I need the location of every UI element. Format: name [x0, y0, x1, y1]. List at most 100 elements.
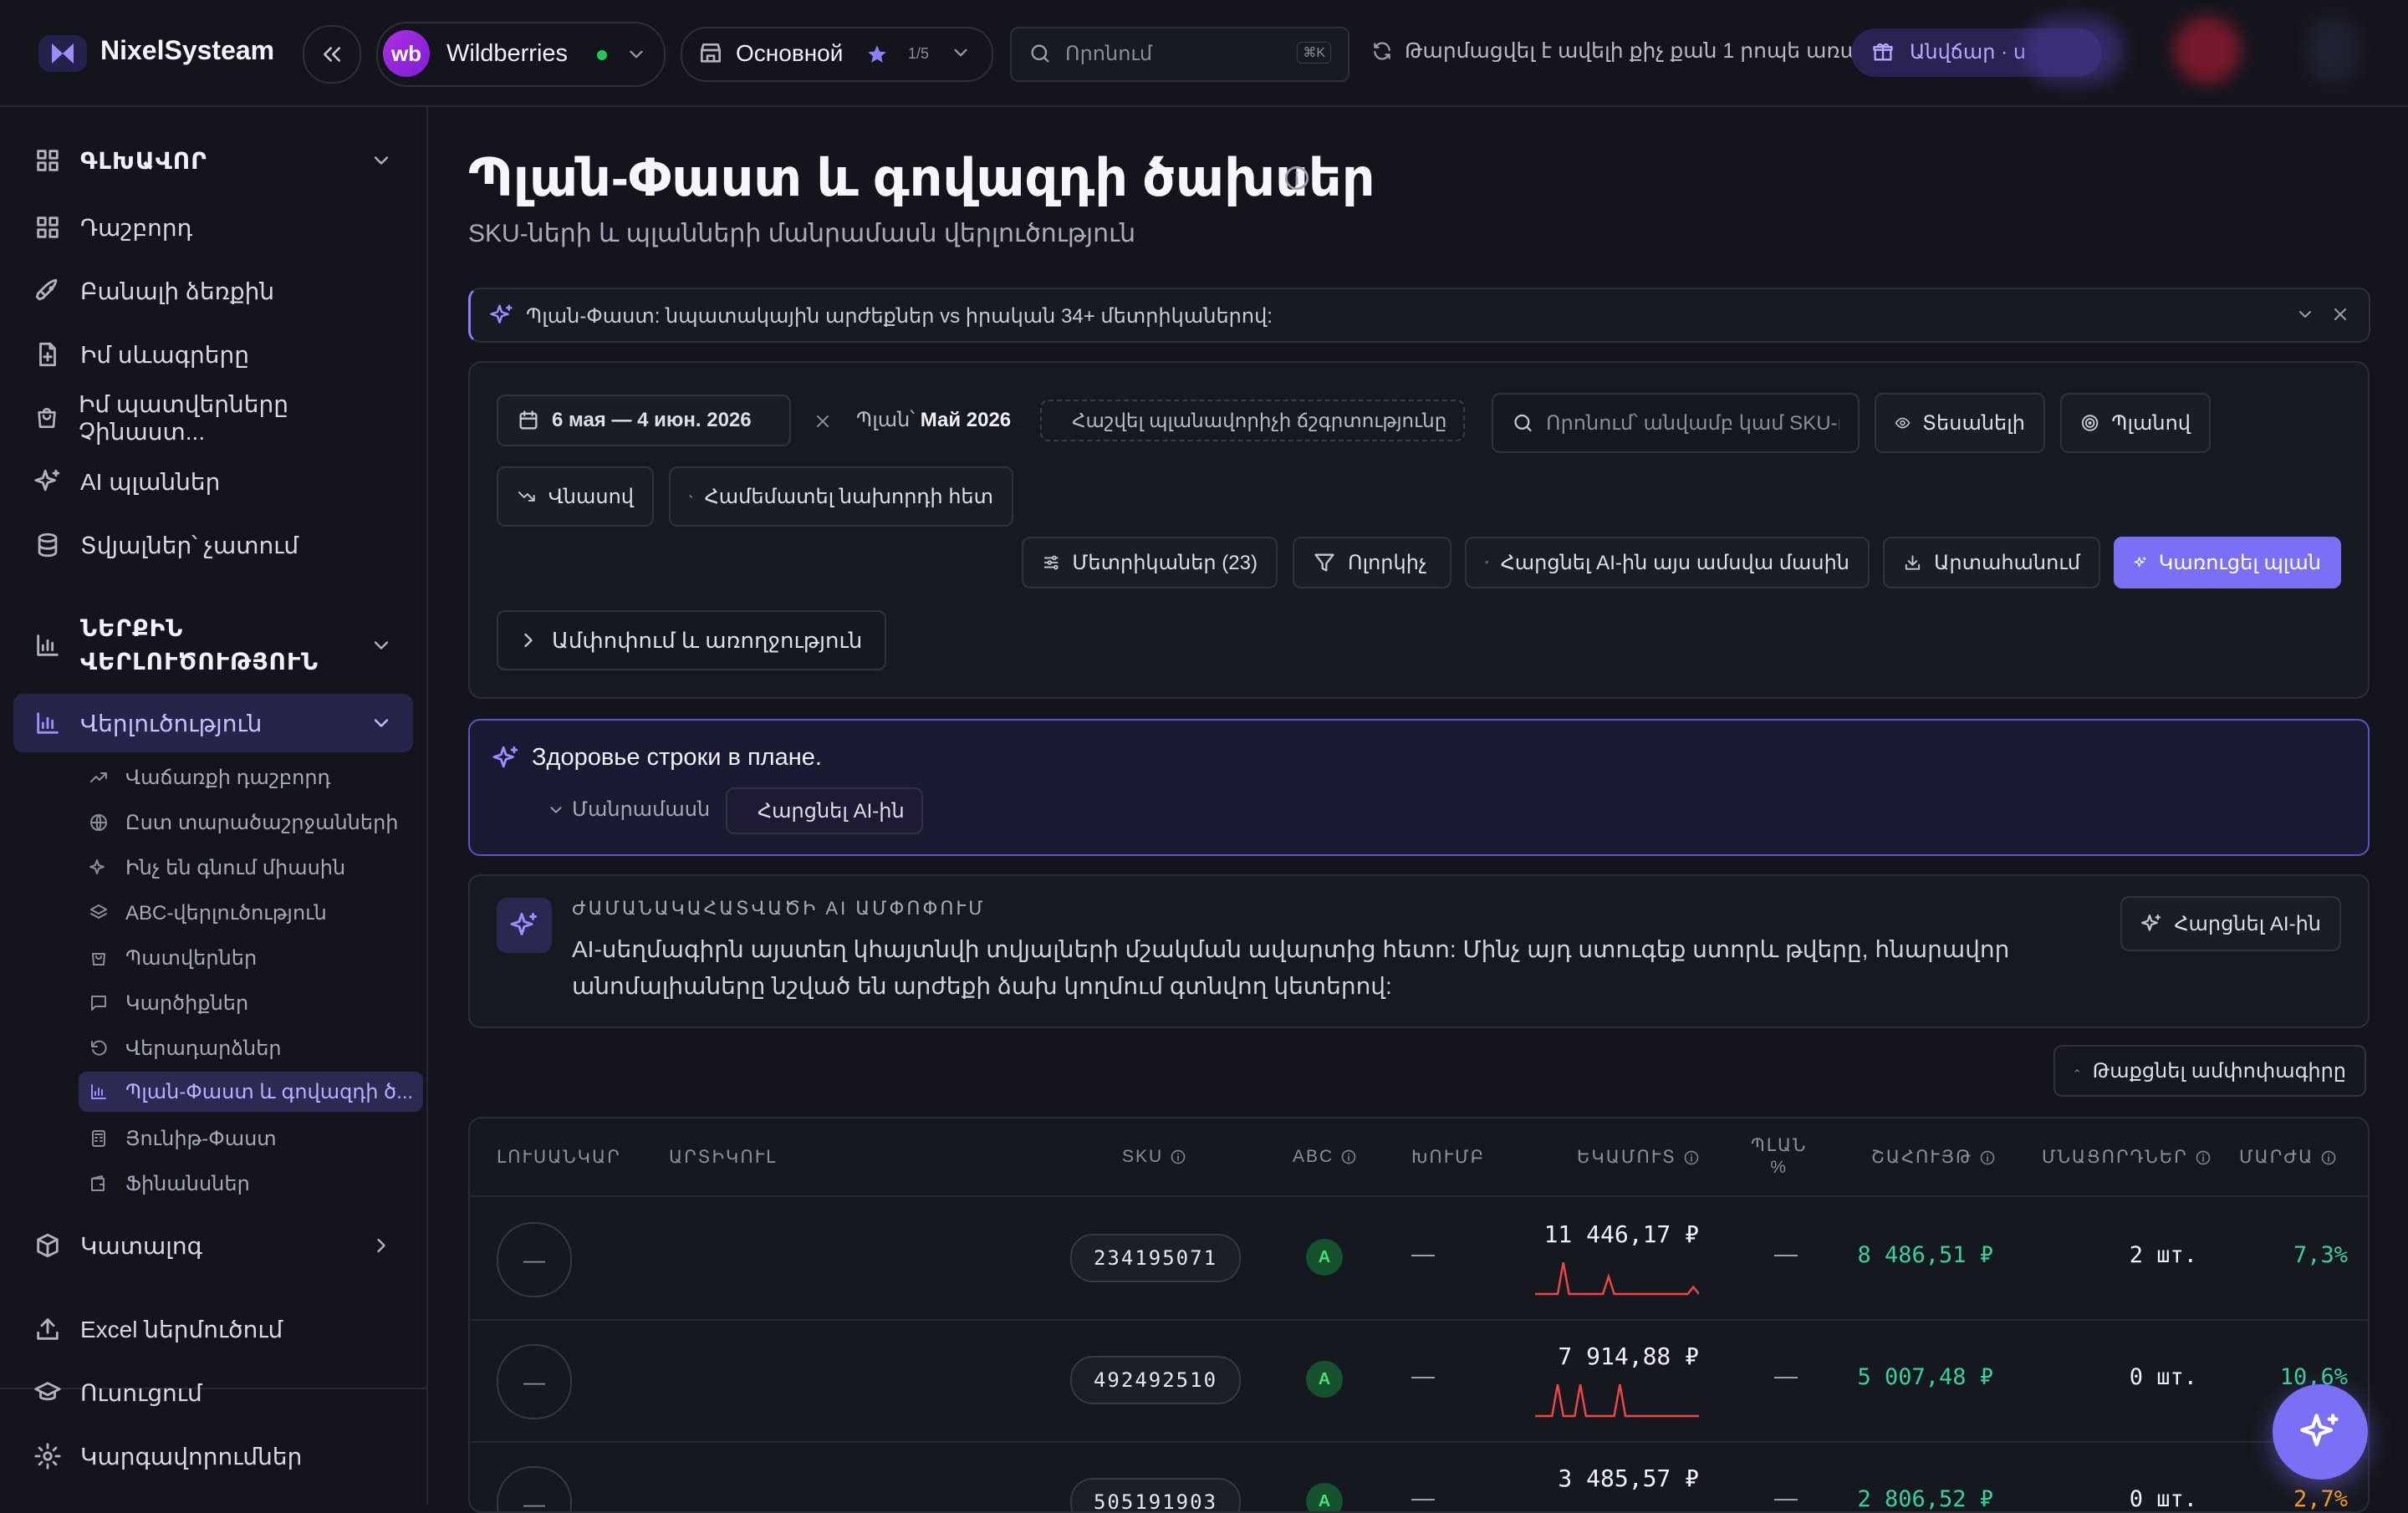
column-header-photo[interactable]: ԼՈՒՍԱՆԿԱՐ	[497, 1147, 621, 1168]
sidebar-subitem-bought-together[interactable]: Ինչ են գնում միասին	[89, 848, 413, 888]
sidebar-item-china-orders[interactable]: Իմ պատվերները Չինաստ...	[33, 391, 401, 445]
close-icon[interactable]	[2330, 304, 2350, 324]
hide-summary-button[interactable]: Թաքցնել ամփոփագիրը	[2053, 1045, 2366, 1097]
details-toggle[interactable]: Մանրամասն	[547, 797, 710, 822]
sidebar-item-turnkey[interactable]: Բանալի ձեռքին	[33, 266, 401, 316]
sidebar-item-label: Վերլուծություն	[80, 710, 263, 736]
sidebar-item-dashboard[interactable]: Դաշբորդ	[33, 202, 401, 252]
sidebar-item-analytics[interactable]: Վերլուծություն	[33, 698, 401, 748]
profile-selector[interactable]: Основной 1/5	[681, 27, 993, 82]
section-label-line: ՆԵՐՔԻՆ	[80, 615, 184, 641]
sidebar-subitem-reviews[interactable]: Կարծիքներ	[89, 983, 413, 1023]
column-header-profit[interactable]: ՇԱՀՈՒՅԹ	[1871, 1147, 1996, 1168]
sidebar-item-settings[interactable]: Կարգավորումներ	[33, 1431, 401, 1481]
compare-previous-toggle[interactable]: Համեմատել նախորդի հետ	[669, 466, 1013, 527]
column-header-group[interactable]: ԽՈՒՄԲ	[1411, 1147, 1485, 1168]
sidebar-item-catalog[interactable]: Կատալոգ	[33, 1220, 401, 1271]
sidebar-subitem-orders[interactable]: Պատվերներ	[89, 938, 413, 978]
info-icon[interactable]	[2320, 1149, 2337, 1166]
margin-value: 7,3%	[2293, 1242, 2348, 1268]
blurred-region	[2308, 17, 2358, 84]
sku-search-input[interactable]: Որոնում՝ անվամբ կամ SKU-ո	[1492, 393, 1860, 453]
sidebar-item-learning[interactable]: Ուսուցում	[33, 1368, 401, 1418]
info-icon[interactable]	[1683, 1149, 1700, 1166]
visible-toggle[interactable]: Տեսանելի	[1875, 393, 2045, 453]
info-icon[interactable]	[1979, 1149, 1996, 1166]
sidebar-section-internal-analytics[interactable]: ՆԵՐՔԻՆ ՎԵՐԼՈՒԾՈՒԹՅՈՒՆ	[33, 604, 401, 687]
column-header-revenue[interactable]: ԵԿԱՄՈՒՏ	[1577, 1147, 1700, 1168]
sku-chip[interactable]: 234195071	[1070, 1234, 1241, 1282]
info-icon[interactable]	[2195, 1149, 2212, 1166]
chevron-down-icon[interactable]	[2295, 304, 2315, 324]
filter-button[interactable]: Ոլորկիչ	[1293, 537, 1451, 588]
gear-icon	[34, 1443, 61, 1470]
ai-assistant-fab[interactable]	[2273, 1384, 2368, 1480]
sidebar-item-excel-import[interactable]: Excel ներմուծում	[33, 1304, 401, 1354]
sidebar-subitem-label: Պլան-Փաստ և գովազդի ծ...	[125, 1080, 414, 1103]
app-logo-icon	[38, 35, 87, 72]
chevron-down-icon	[550, 806, 562, 813]
target-icon	[2081, 415, 2099, 431]
box-icon	[37, 1233, 59, 1258]
shopping-bag-icon	[92, 953, 105, 965]
sku-chip[interactable]: 505191903	[1070, 1478, 1241, 1511]
sidebar-item-drafts[interactable]: Իմ սևագրերը	[33, 329, 401, 380]
sidebar-subitem-finance[interactable]: Ֆինանսներ	[89, 1164, 413, 1204]
table-row[interactable]: — 234195071 A — 11 446,17 ₽ — 8 486,51 ₽…	[470, 1197, 2368, 1321]
table-row[interactable]: — 492492510 A — 7 914,88 ₽ — 5 007,48 ₽ …	[470, 1319, 2368, 1443]
summary-health-toggle[interactable]: Ամփոփում և առողջություն	[497, 610, 886, 670]
info-icon[interactable]	[1170, 1149, 1186, 1165]
sidebar-subitem-abc[interactable]: ABC-վերլուծություն	[89, 893, 413, 933]
sidebar-subitem-plan-fact[interactable]: Պլան-Փաստ և գովազդի ծ...	[79, 1072, 423, 1112]
export-button-label: Արտահանում	[1934, 551, 2080, 574]
collapse-sidebar-button[interactable]	[303, 25, 361, 84]
column-header-sku[interactable]: SKU	[1122, 1147, 1186, 1167]
product-photo-placeholder: —	[497, 1222, 572, 1297]
sidebar-section-label: ԳԼԽԱՎՈՐ	[80, 147, 207, 174]
clear-date-icon[interactable]	[813, 411, 833, 431]
store-selector[interactable]: wb Wildberries	[376, 22, 666, 87]
sidebar-item-ai-plans[interactable]: AI պլաններ	[33, 456, 401, 507]
sparkles-icon	[2300, 1414, 2339, 1447]
metrics-button[interactable]: Մետրիկաներ (23)	[1022, 537, 1278, 588]
column-header-abc[interactable]: ABC	[1293, 1147, 1357, 1167]
app-name[interactable]: NixelSysteam	[100, 35, 274, 66]
sku-chip[interactable]: 492492510	[1070, 1356, 1241, 1404]
global-search[interactable]: Որոնում ⌘K	[1010, 27, 1349, 82]
ask-ai-month-button[interactable]: Հարցնել AI-ին այս ամսվա մասին	[1465, 537, 1870, 588]
plan-selector[interactable]: Պլան՝ Май 2026	[856, 408, 1011, 432]
column-header-plan-pct[interactable]: ՊԼԱՆ %	[1751, 1135, 1807, 1179]
stock-value: 0 шт.	[2129, 1486, 2197, 1512]
sidebar-item-data-chat[interactable]: Տվյալներ՝ չատում	[33, 520, 401, 570]
gift-icon	[1873, 43, 1893, 61]
stock-value: 2 шт.	[2129, 1242, 2197, 1268]
sidebar-section-main[interactable]: ԳԼԽԱՎՈՐ	[33, 135, 401, 186]
sidebar-subitem-sales-dashboard[interactable]: Վաճառքի դաշբորդ	[89, 757, 413, 797]
sidebar-subitem-unit-fact[interactable]: Յունիթ-Փաստ	[89, 1118, 413, 1159]
wildberries-logo: wb	[383, 30, 430, 77]
sidebar-subitem-returns[interactable]: Վերադարձներ	[89, 1028, 413, 1068]
planner-accuracy-link[interactable]: Հաշվել պլանավորիչի ճշգրտությունը	[1040, 400, 1465, 441]
build-plan-button[interactable]: Կառուցել պլան	[2114, 537, 2341, 588]
export-button[interactable]: Արտահանում	[1883, 537, 2100, 588]
column-header-stock[interactable]: ՄՆԱՑՈՐԴՆԵՐ	[2042, 1147, 2212, 1168]
build-plan-label: Կառուցել պլան	[2158, 551, 2321, 574]
loss-toggle[interactable]: Վնասով	[497, 466, 654, 527]
database-icon	[38, 532, 58, 558]
plan-pct-value: —	[1774, 1363, 1798, 1388]
date-range-picker[interactable]: 6 мая — 4 июн. 2026	[497, 395, 791, 446]
summary-ask-ai-button[interactable]: Հարցնել AI-ին	[2120, 896, 2341, 951]
column-header-margin[interactable]: ՄԱՐԺԱ	[2239, 1147, 2337, 1168]
sidebar-subitem-label: ABC-վերլուծություն	[125, 901, 327, 925]
with-plan-toggle[interactable]: Պլանով	[2060, 393, 2211, 453]
ask-ai-row-button[interactable]: Հարցնել AI-ին	[726, 787, 923, 834]
info-icon[interactable]	[1340, 1149, 1357, 1165]
ask-ai-row-label: Հարցնել AI-ին	[758, 799, 905, 823]
column-header-article[interactable]: ԱՐՏԻԿՈՒԼ	[669, 1147, 777, 1168]
sidebar-subitem-regions[interactable]: Ըստ տարածաշրջանների	[89, 802, 413, 843]
sidebar-section-label: ՆԵՐՔԻՆ ՎԵՐԼՈՒԾՈՒԹՅՈՒՆ	[80, 612, 319, 679]
table-row[interactable]: — 505191903 A — 3 485,57 ₽ — 2 806,52 ₽ …	[470, 1441, 2368, 1512]
info-icon[interactable]	[1283, 164, 1311, 192]
refresh-icon[interactable]	[1371, 40, 1393, 62]
compare-previous-label: Համեմատել նախորդի հետ	[704, 485, 993, 508]
